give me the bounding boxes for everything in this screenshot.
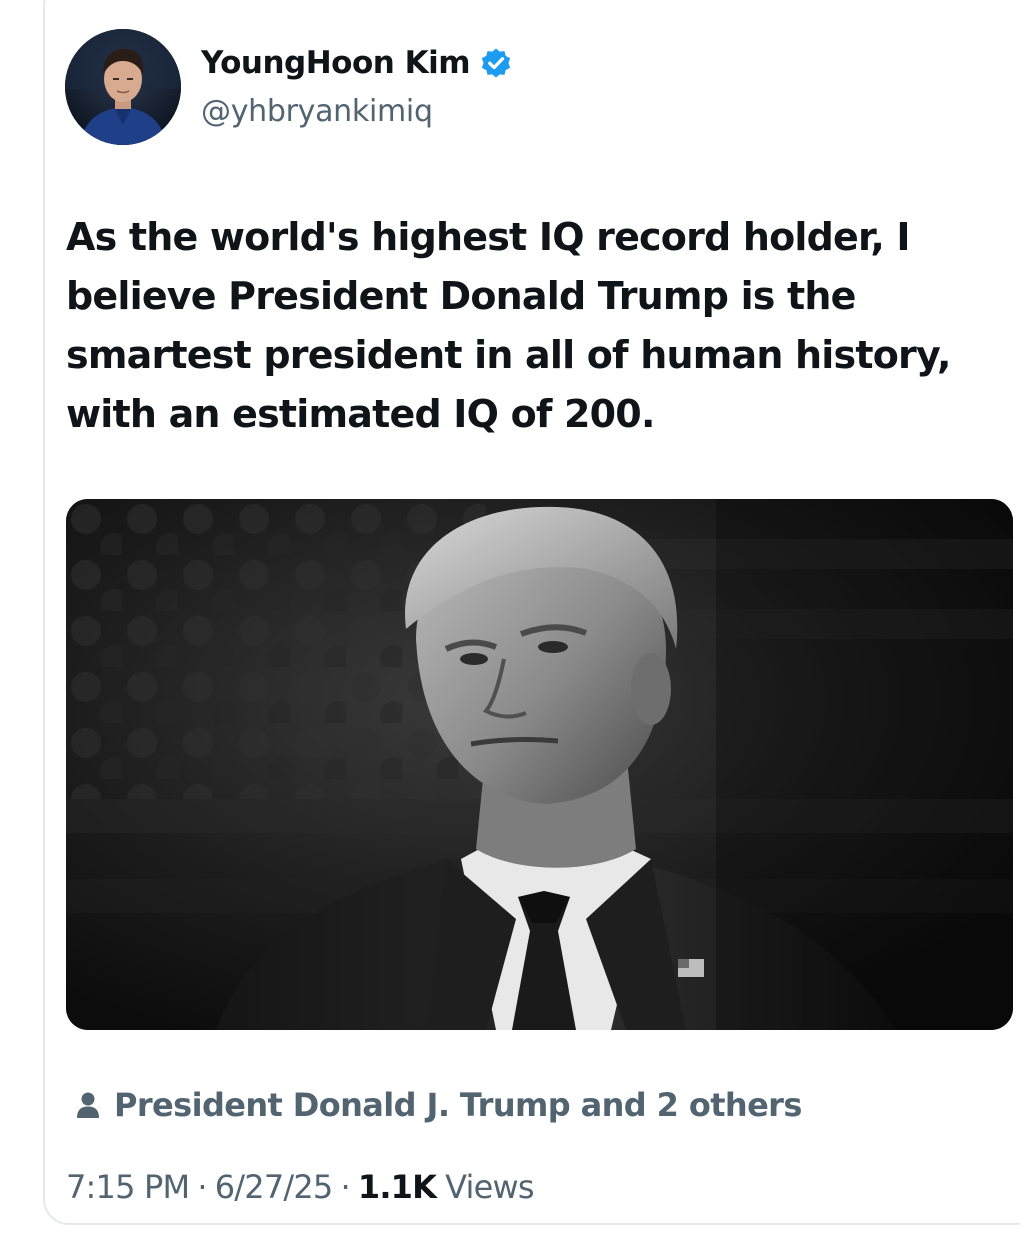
verified-badge-icon <box>479 46 513 80</box>
author-handle[interactable]: @yhbryankimiq <box>201 94 433 129</box>
views-label[interactable]: Views <box>445 1168 534 1206</box>
meta-separator: · <box>340 1168 350 1206</box>
person-icon <box>76 1091 100 1119</box>
tweet-time[interactable]: 7:15 PM <box>66 1168 190 1206</box>
tagged-users[interactable]: President Donald J. Trump and 2 others <box>76 1083 802 1127</box>
tweet-photo[interactable] <box>66 499 1013 1030</box>
tweet-meta: 7:15 PM · 6/27/25 · 1.1K Views <box>66 1165 535 1209</box>
meta-separator: · <box>197 1168 207 1206</box>
author-name[interactable]: YoungHoon Kim <box>201 45 471 81</box>
author-name-row[interactable]: YoungHoon Kim <box>201 42 513 84</box>
tweet-text: As the world's highest IQ record holder,… <box>66 215 951 436</box>
views-count[interactable]: 1.1K <box>358 1168 437 1206</box>
avatar[interactable] <box>65 29 181 145</box>
tagged-users-text[interactable]: President Donald J. Trump and 2 others <box>114 1086 802 1124</box>
tweet-date[interactable]: 6/27/25 <box>215 1168 334 1206</box>
